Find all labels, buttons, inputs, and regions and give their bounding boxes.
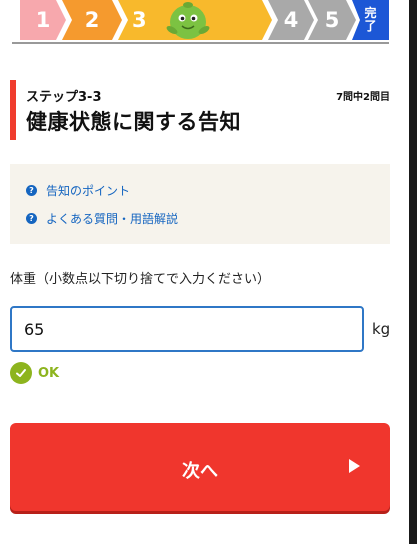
weight-unit: kg (372, 320, 391, 338)
window-edge (409, 0, 417, 544)
validation-status: OK (10, 362, 59, 384)
step-accent-bar (10, 80, 16, 140)
next-button-label: 次へ (182, 461, 218, 481)
progress-step-4-label: 4 (283, 8, 299, 32)
progress-step-5: 5 (308, 0, 356, 40)
help-box: ? 告知のポイント ? よくある質問・用語解説 (10, 164, 390, 244)
mascot-icon (166, 2, 210, 39)
next-button[interactable]: 次へ (10, 423, 390, 511)
play-arrow-icon (349, 459, 360, 473)
question-count: 7問中2問目 (336, 92, 390, 103)
progress-complete-char-2: 了 (364, 19, 377, 33)
progress-bar: 1 2 3 4 5 完 了 (12, 0, 389, 44)
progress-step-2: 2 (62, 0, 122, 40)
help-link-faq[interactable]: ? よくある質問・用語解説 (26, 210, 178, 227)
question-circle-icon: ? (26, 213, 37, 224)
weight-input[interactable] (10, 306, 364, 352)
step-label: ステップ3-3 (26, 90, 102, 105)
progress-step-1: 1 (20, 0, 66, 40)
validation-text: OK (38, 365, 60, 381)
help-link-faq-label: よくある質問・用語解説 (46, 212, 179, 226)
help-link-points-label: 告知のポイント (46, 184, 131, 198)
progress-step-2-label: 2 (84, 8, 100, 32)
progress-step-5-label: 5 (324, 8, 340, 32)
page-title: 健康状態に関する告知 (26, 110, 241, 134)
progress-step-complete: 完 了 (352, 0, 389, 40)
question-circle-icon: ? (26, 185, 37, 196)
progress-step-4: 4 (268, 0, 314, 40)
progress-step-3-label: 3 (132, 8, 147, 32)
help-link-points[interactable]: ? 告知のポイント (26, 182, 130, 199)
progress-step-1-label: 1 (35, 8, 51, 32)
check-circle-icon (10, 362, 32, 384)
weight-field-label: 体重（小数点以下切り捨てで入力ください） (10, 272, 271, 287)
